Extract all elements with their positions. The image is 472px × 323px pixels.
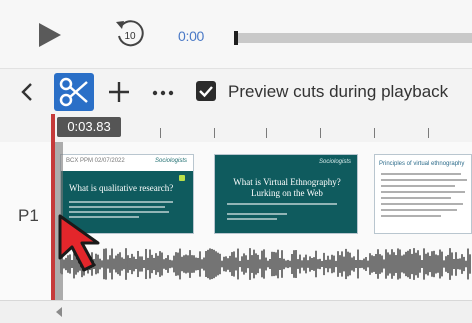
progress-bar[interactable]: [234, 33, 472, 43]
slide-header: BCX PPM 02/07/2022 Sociologists: [61, 155, 193, 171]
cut-button[interactable]: [54, 73, 94, 111]
current-time: 0:00: [178, 28, 205, 44]
slide-logo: Sociologists: [154, 158, 187, 164]
scissors-icon: [59, 77, 88, 107]
slide-title-line2: Lurking on the Web: [251, 188, 323, 198]
preview-cuts-checkbox[interactable]: [196, 81, 216, 101]
pointer-arrow-icon: [58, 214, 100, 272]
plus-icon[interactable]: [104, 77, 134, 107]
ruler-tick: [160, 128, 161, 138]
slide-title-line1: What is Virtual Ethnography?: [233, 177, 341, 187]
replay-seconds: 10: [124, 31, 136, 42]
scroll-left-icon[interactable]: [54, 306, 64, 318]
playhead[interactable]: [51, 114, 55, 300]
player-bar: 10 0:00: [0, 0, 472, 68]
slide-title: Principles of virtual ethnography: [379, 161, 465, 167]
replay-10-icon[interactable]: 10: [112, 16, 148, 52]
slide-thumbnail[interactable]: Principles of virtual ethnography: [374, 154, 472, 234]
ruler-tick: [320, 128, 321, 138]
ruler-tick: [266, 128, 267, 138]
playhead-time-tooltip: 0:03.83: [57, 117, 121, 137]
more-horizontal-icon[interactable]: [148, 77, 178, 107]
slide-thumbnail[interactable]: Sociologists What is Virtual Ethnography…: [214, 154, 358, 234]
slide-marker: [179, 175, 185, 181]
ruler-tick: [428, 128, 429, 138]
slide-body-lines: [227, 203, 347, 223]
audio-waveform[interactable]: [60, 246, 472, 282]
progress-handle[interactable]: [234, 31, 238, 45]
play-icon[interactable]: [34, 20, 64, 50]
slide-header-text: BCX PPM 02/07/2022: [66, 158, 125, 164]
ruler-tick: [214, 128, 215, 138]
checkmark-icon: [199, 86, 213, 98]
preview-cuts-label[interactable]: Preview cuts during playback: [228, 82, 448, 102]
edit-toolbar: Preview cuts during playback: [0, 68, 472, 115]
slide-title: What is Virtual Ethnography? Lurking on …: [215, 177, 357, 199]
chevron-left-icon[interactable]: [16, 79, 38, 105]
slide-title: What is qualitative research?: [69, 183, 174, 193]
ruler-tick: [374, 128, 375, 138]
slide-logo: Sociologists: [318, 159, 351, 165]
track-label: P1: [18, 206, 39, 225]
slide-body-lines: [381, 173, 469, 221]
horizontal-scrollbar[interactable]: [0, 300, 472, 323]
